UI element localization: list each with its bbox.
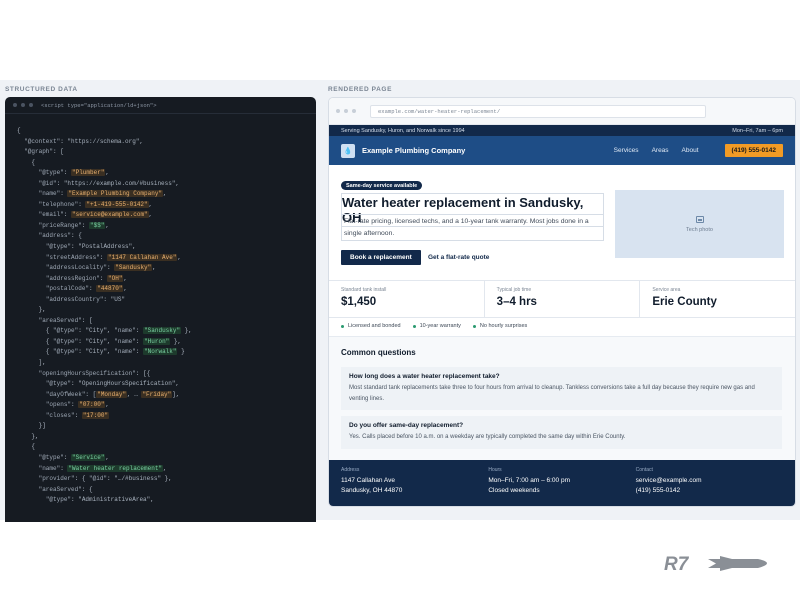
faq-question: How long does a water heater replacement… (349, 373, 500, 380)
rendered-page-label: RENDERED PAGE (328, 86, 393, 93)
logo-text: R7 (664, 554, 690, 575)
flat-rate-quote-link[interactable]: Get a flat-rate quote (428, 254, 489, 261)
footer-label: Hours (488, 467, 502, 473)
window-dot (352, 109, 356, 113)
hero-section: Same-day service available Water heater … (329, 166, 795, 277)
stat-service-area: Service area Erie County (640, 281, 795, 317)
topbar-hours: Mon–Fri, 7am – 6pm (732, 127, 783, 134)
bullet-icon (472, 324, 476, 328)
bullet-icon (341, 324, 344, 328)
structured-data-label: STRUCTURED DATA (5, 86, 78, 93)
footer-email-link[interactable]: service@example.com (636, 477, 783, 484)
stat-label: Standard tank install (341, 287, 387, 293)
browser-window: example.com/water-heater-replacement/ Se… (328, 97, 796, 507)
stat-value: Erie County (652, 296, 717, 308)
image-icon (695, 215, 704, 223)
stat-value: $1,450 (341, 296, 377, 308)
feature-label: No hourly surprises (479, 323, 528, 329)
nav-link-areas[interactable]: Areas (652, 147, 669, 154)
footer-phone-link[interactable]: (419) 555-0142 (636, 487, 783, 494)
footer-hours-weekday: Mon–Fri, 7:00 am – 6:00 pm (488, 477, 570, 484)
stat-label: Typical job time (496, 287, 532, 293)
feature-label: 10-year warranty (419, 323, 461, 329)
footer-hours-weekend: Closed weekends (488, 487, 540, 494)
tech-photo-placeholder: Tech photo (615, 190, 784, 258)
nav-link-about[interactable]: About (682, 147, 699, 154)
water-drop-icon[interactable]: 💧 (341, 143, 355, 158)
brand-name[interactable]: Example Plumbing Company (362, 146, 465, 155)
stat-job-time: Typical job time 3–4 hrs (485, 281, 641, 317)
feature-item: Licensed and bonded (341, 323, 401, 329)
nav-link-services[interactable]: Services (614, 147, 639, 154)
faq-item[interactable]: How long does a water heater replacement… (341, 367, 782, 410)
same-day-badge: Same-day service available (341, 181, 423, 190)
json-ld-code: { "@context": "https://schema.org", "@gr… (17, 127, 192, 504)
hero-subtitle: Flat-rate pricing, licensed techs, and a… (341, 214, 604, 241)
window-dot (336, 109, 340, 113)
book-replacement-button[interactable]: Book a replacement (341, 250, 421, 265)
photo-label: Tech photo (686, 226, 713, 233)
footer-hours: Hours Mon–Fri, 7:00 am – 6:00 pm Closed … (488, 467, 635, 506)
window-dot (29, 103, 33, 107)
window-dot (21, 103, 25, 107)
footer-street: 1147 Callahan Ave (341, 477, 395, 484)
window-dot (344, 109, 348, 113)
code-header-label: <script type="application/ld+json"> (41, 101, 157, 109)
faq-title: Common questions (341, 348, 416, 357)
feature-list: Licensed and bonded 10-year warranty No … (341, 323, 527, 329)
window-dot (13, 103, 17, 107)
feature-item: No hourly surprises (472, 323, 528, 329)
browser-toolbar: example.com/water-heater-replacement/ (329, 98, 795, 125)
stat-value: 3–4 hrs (496, 296, 537, 308)
faq-answer: Most standard tank replacements take thr… (349, 385, 755, 402)
stats-row: Standard tank install $1,450 Typical job… (329, 280, 795, 318)
rocket-shape (708, 559, 767, 568)
faq-answer: Yes. Calls placed before 10 a.m. on a we… (349, 434, 626, 440)
stat-install-price: Standard tank install $1,450 (329, 281, 485, 317)
feature-item: 10-year warranty (412, 323, 461, 329)
address-bar[interactable]: example.com/water-heater-replacement/ (370, 104, 706, 118)
r7-logo: R7 (664, 554, 767, 575)
rocket-fin (720, 556, 732, 559)
faq-item[interactable]: Do you offer same-day replacement? Yes. … (341, 416, 782, 449)
site-topbar: Serving Sandusky, Huron, and Norwalk sin… (329, 125, 795, 136)
footer-contact: Contact service@example.com (419) 555-01… (635, 467, 783, 506)
call-phone-button[interactable]: (419) 555-0142 (724, 144, 783, 157)
nav-links: Services Areas About (419) 555-0142 (614, 144, 783, 157)
footer-city: Sandusky, OH 44870 (341, 487, 403, 494)
faq-question: Do you offer same-day replacement? (349, 422, 464, 429)
footer-label: Address (341, 467, 360, 473)
faq-section: Common questions How long does a water h… (329, 336, 795, 460)
site-footer: Address 1147 Callahan Ave Sandusky, OH 4… (329, 460, 795, 506)
stat-label: Service area (652, 287, 681, 293)
footer-address: Address 1147 Callahan Ave Sandusky, OH 4… (341, 467, 488, 506)
code-panel[interactable]: <script type="application/ld+json"> { "@… (5, 97, 316, 522)
bullet-icon (412, 324, 416, 328)
topbar-service-area: Serving Sandusky, Huron, and Norwalk sin… (341, 127, 465, 134)
footer-label: Contact (635, 467, 653, 473)
code-panel-header: <script type="application/ld+json"> (5, 97, 316, 114)
site-nav: 💧 Example Plumbing Company Services Area… (329, 136, 795, 165)
rocket-fin (720, 568, 732, 571)
feature-label: Licensed and bonded (348, 323, 401, 329)
